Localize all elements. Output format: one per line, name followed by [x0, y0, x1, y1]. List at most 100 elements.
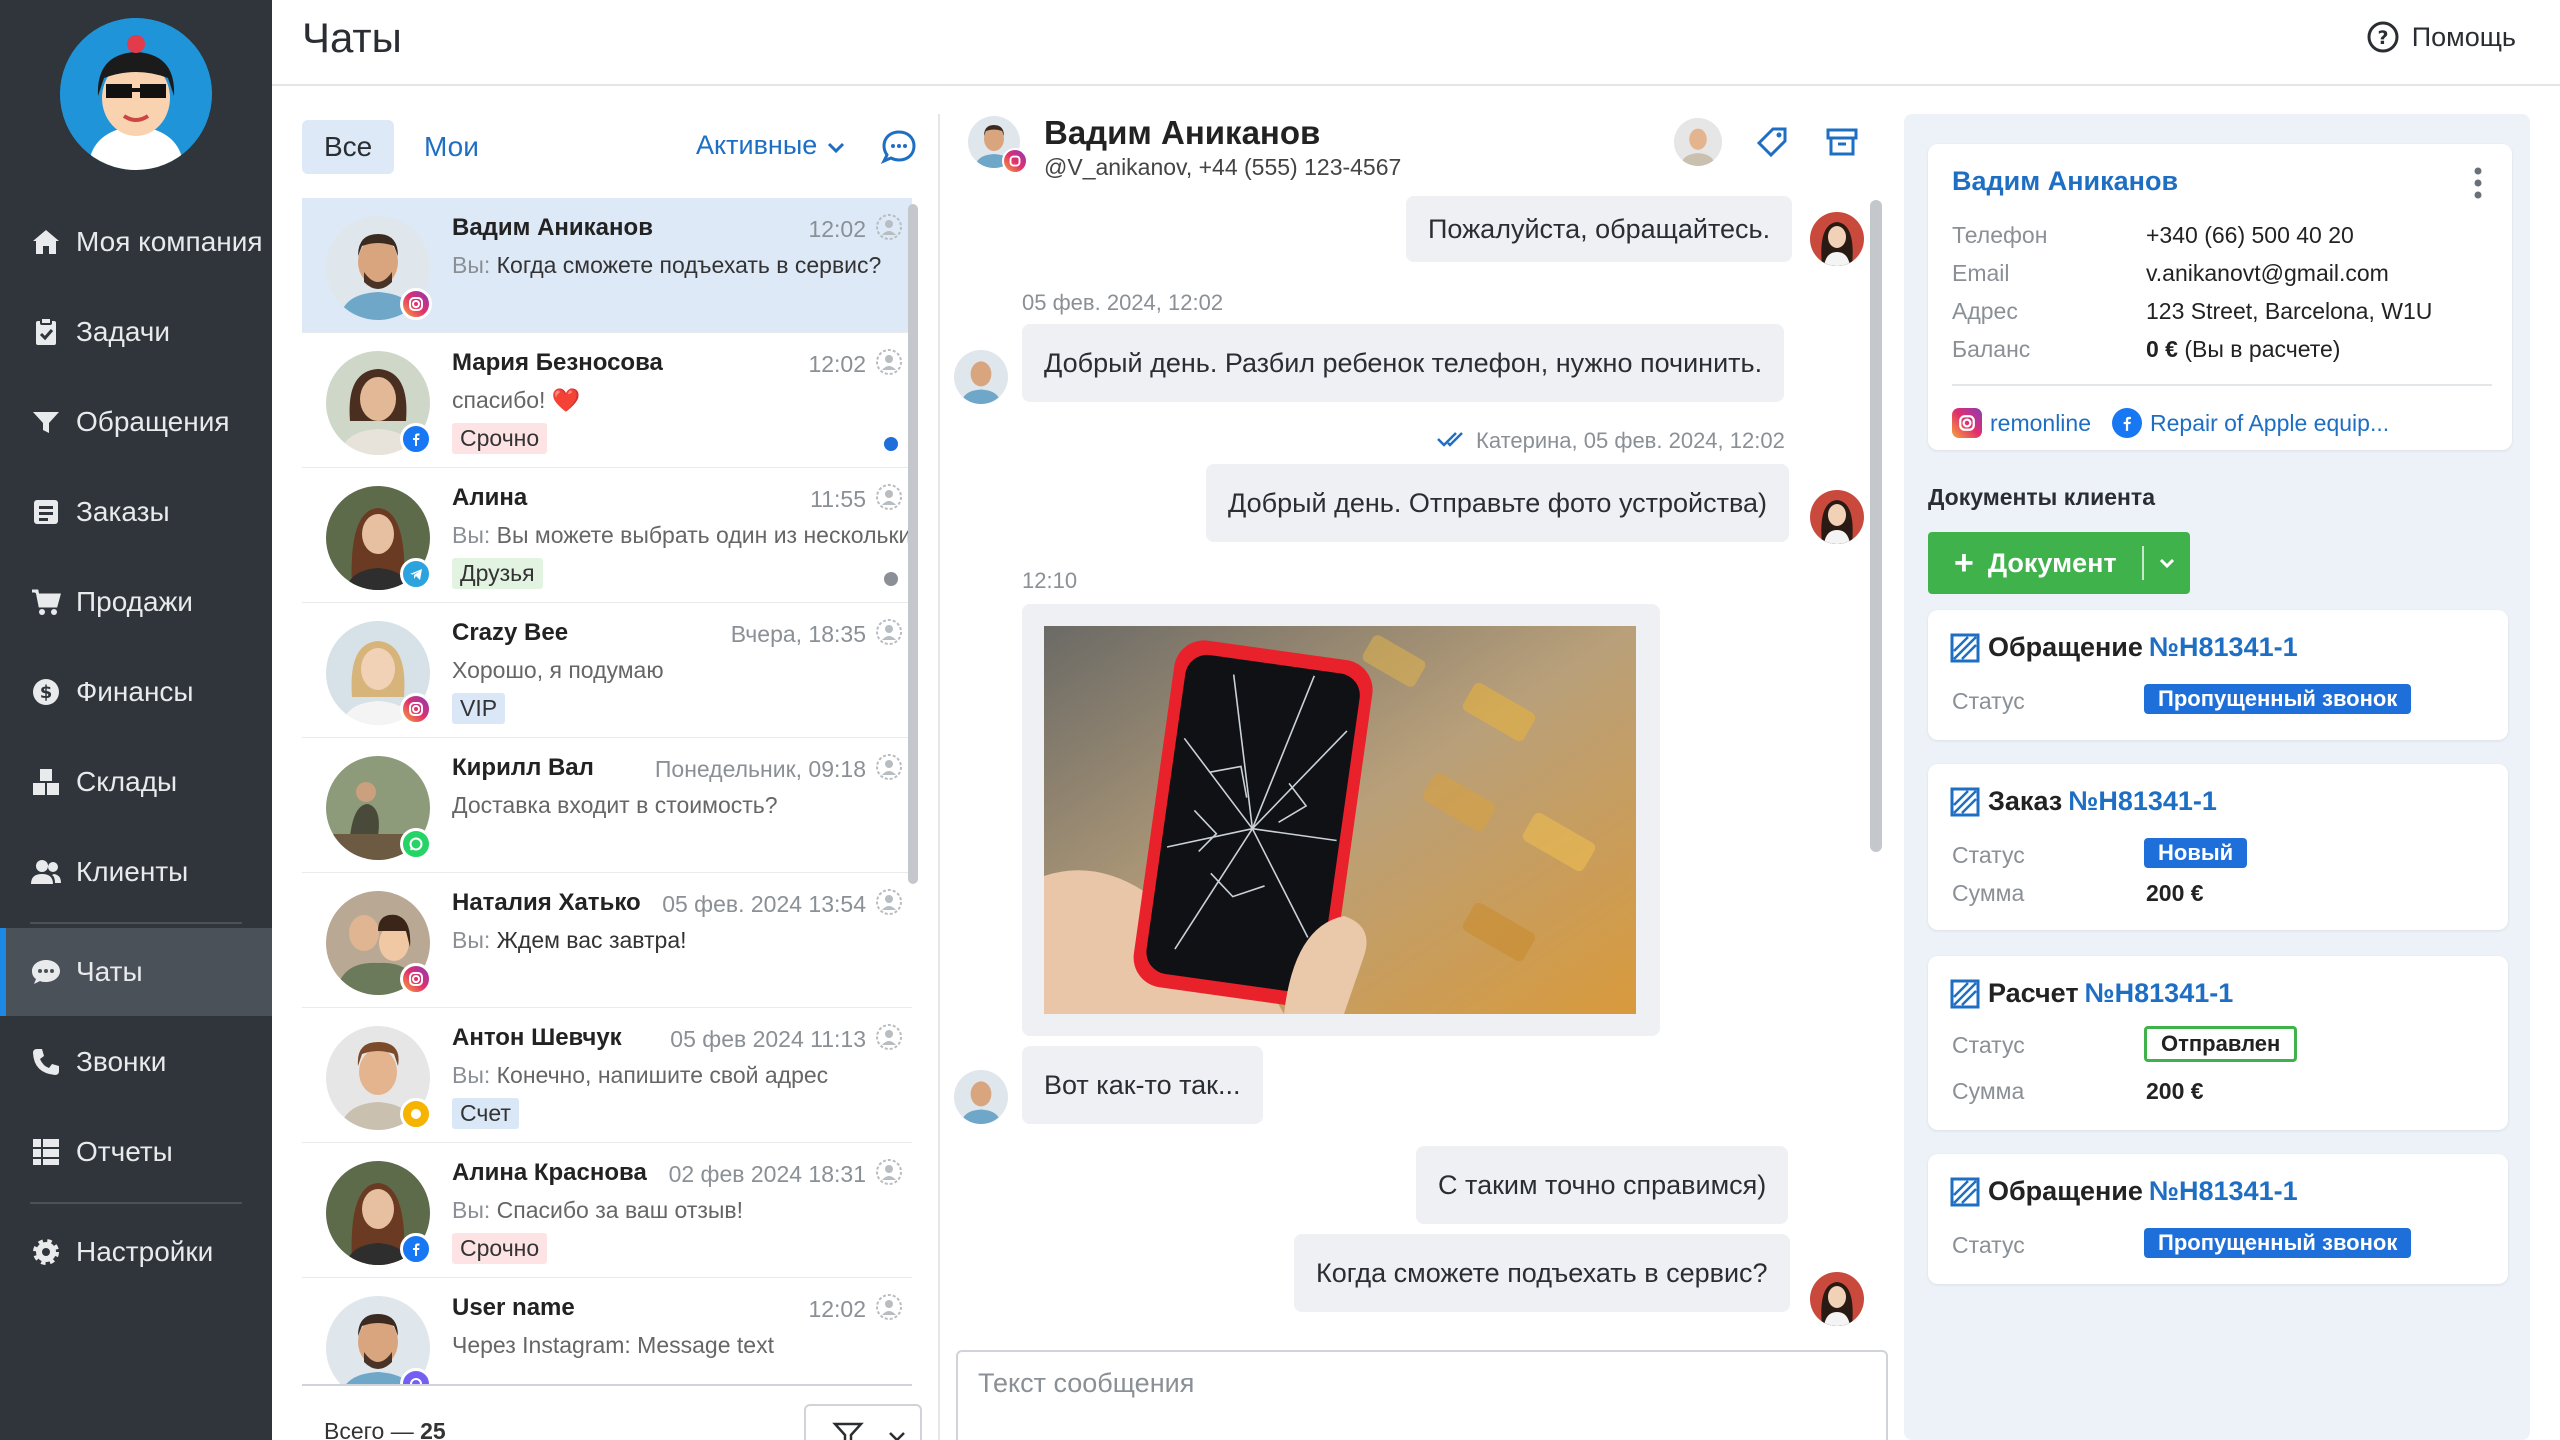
- document-number[interactable]: №H81341-1: [2149, 632, 2298, 663]
- chat-item[interactable]: User name 12:02 Через Instagram: Message…: [302, 1278, 912, 1384]
- help-button[interactable]: ? Помощь: [2366, 20, 2516, 54]
- chat-time: 12:02: [808, 216, 866, 242]
- chat-item[interactable]: Мария Безносова 12:02 спасибо! ❤️ Срочно: [302, 333, 912, 468]
- help-icon: ?: [2366, 20, 2400, 54]
- chat-name: Наталия Хатько: [452, 889, 641, 916]
- phone-value[interactable]: +340 (66) 500 40 20: [2146, 222, 2354, 249]
- chat-list: Вадим Аниканов 12:02 Вы: Когда сможете п…: [302, 198, 912, 1384]
- chat-preview-text: Доставка входит в стоимость?: [452, 792, 778, 818]
- double-check-icon: [1436, 428, 1468, 454]
- chevron-down-icon[interactable]: [2152, 546, 2182, 580]
- instagram-icon: [400, 288, 432, 320]
- assign-user-icon[interactable]: [874, 1157, 904, 1187]
- status-badge: Новый: [2144, 838, 2248, 868]
- assign-user-icon[interactable]: [874, 1292, 904, 1322]
- help-label: Помощь: [2411, 21, 2516, 52]
- home-icon: [28, 224, 64, 260]
- tag-icon[interactable]: [1748, 118, 1796, 166]
- message-bubble-incoming: Вот как-то так...: [1022, 1046, 1263, 1124]
- instagram-link[interactable]: remonline: [1952, 408, 2091, 438]
- nav-item-chats[interactable]: Чаты: [0, 928, 272, 1016]
- balance-label: Баланс: [1952, 336, 2031, 362]
- filter-button[interactable]: [804, 1404, 922, 1440]
- chat-preview-text: Вы можете выбрать один из нескольких: [490, 522, 912, 548]
- facebook-icon: [2112, 408, 2142, 438]
- nav-item-orders[interactable]: Заказы: [0, 468, 272, 556]
- document-number[interactable]: №H81341-1: [2149, 1176, 2298, 1207]
- document-card[interactable]: Обращение №H81341-1 Статус Пропущенный з…: [1928, 610, 2508, 740]
- status-badge: Пропущенный звонок: [2144, 1228, 2412, 1258]
- assign-user-icon[interactable]: [874, 752, 904, 782]
- nav-label: Задачи: [76, 316, 171, 347]
- user-avatar[interactable]: [60, 18, 212, 170]
- document-title: Обращение №H81341-1: [1950, 1176, 2298, 1207]
- nav-label: Склады: [76, 766, 178, 797]
- document-number[interactable]: №H81341-1: [2085, 978, 2234, 1009]
- assign-user-icon[interactable]: [874, 617, 904, 647]
- funnel-icon: [28, 404, 64, 440]
- nav-item-tasks[interactable]: Задачи: [0, 288, 272, 376]
- document-title: Расчет №H81341-1: [1950, 978, 2233, 1009]
- chat-item[interactable]: Алина Краснова 02 фев 2024 18:31 Вы: Спа…: [302, 1143, 912, 1278]
- assign-user-icon[interactable]: [874, 482, 904, 512]
- assignee-avatar[interactable]: [1674, 118, 1722, 166]
- status-filter-dropdown[interactable]: Активные: [696, 130, 845, 161]
- nav-item-calls[interactable]: Звонки: [0, 1018, 272, 1106]
- nav-item-sales[interactable]: Продажи: [0, 558, 272, 646]
- email-value[interactable]: v.anikanovt@gmail.com: [2146, 260, 2389, 287]
- archive-icon[interactable]: [1818, 118, 1866, 166]
- client-name[interactable]: Вадим Аниканов: [1952, 166, 2178, 197]
- broken-phone-image[interactable]: [1044, 626, 1636, 1014]
- nav-item-settings[interactable]: Настройки: [0, 1208, 272, 1296]
- chat-item[interactable]: Вадим Аниканов 12:02 Вы: Когда сможете п…: [302, 198, 912, 333]
- assign-user-icon[interactable]: [874, 347, 904, 377]
- svg-text:?: ?: [2377, 27, 2388, 49]
- total-value: 25: [420, 1418, 446, 1440]
- tab-mine[interactable]: Мои: [402, 120, 501, 174]
- topbar: Чаты ? Помощь: [272, 0, 2560, 86]
- more-options-icon[interactable]: [2474, 166, 2482, 200]
- nav-label: Моя компания: [76, 226, 263, 257]
- chat-preview-text: Спасибо за ваш отзыв!: [490, 1197, 744, 1223]
- document-icon: [1950, 787, 1980, 817]
- nav-item-warehouses[interactable]: Склады: [0, 738, 272, 826]
- chat-item[interactable]: Алина 11:55 Вы: Вы можете выбрать один и…: [302, 468, 912, 603]
- tab-all[interactable]: Все: [302, 120, 395, 174]
- new-chat-icon[interactable]: [880, 128, 918, 166]
- chat-preview-prefix: Вы:: [452, 522, 491, 548]
- telegram-icon: [400, 558, 432, 590]
- message-scrollbar[interactable]: [1870, 200, 1882, 852]
- total-count: Всего — 25: [324, 1418, 446, 1440]
- chat-item[interactable]: Антон Шевчук 05 фев 2024 11:13 Вы: Конеч…: [302, 1008, 912, 1143]
- status-badge: Пропущенный звонок: [2144, 684, 2412, 714]
- chat-preview: Вы: Спасибо за ваш отзыв!: [452, 1197, 912, 1224]
- assign-user-icon[interactable]: [874, 212, 904, 242]
- nav-item-company[interactable]: Моя компания: [0, 198, 272, 286]
- chat-preview-text: Когда сможете подъехать в сервис?: [490, 252, 882, 278]
- chat-time: 02 фев 2024 18:31: [668, 1161, 866, 1187]
- add-document-button[interactable]: + Документ: [1928, 532, 2190, 594]
- chat-item[interactable]: Кирилл Вал Понедельник, 09:18 Доставка в…: [302, 738, 912, 873]
- nav-item-clients[interactable]: Клиенты: [0, 828, 272, 916]
- chat-list-scrollbar[interactable]: [908, 204, 918, 884]
- document-card[interactable]: Заказ №H81341-1 Статус Новый Сумма 200 €: [1928, 764, 2508, 930]
- facebook-link[interactable]: Repair of Apple equip...: [2112, 408, 2389, 438]
- assign-user-icon[interactable]: [874, 887, 904, 917]
- phone-icon: [28, 1044, 64, 1080]
- button-divider: [2142, 546, 2144, 580]
- assign-user-icon[interactable]: [874, 1022, 904, 1052]
- message-composer[interactable]: Текст сообщения: [956, 1350, 1888, 1440]
- nav-item-requests[interactable]: Обращения: [0, 378, 272, 466]
- nav-item-reports[interactable]: Отчеты: [0, 1108, 272, 1196]
- email-label: Email: [1952, 260, 2010, 286]
- chat-tag: Срочно: [452, 1233, 548, 1264]
- nav-item-finance[interactable]: $ Финансы: [0, 648, 272, 736]
- document-card[interactable]: Обращение №H81341-1 Статус Пропущенный з…: [1928, 1154, 2508, 1284]
- document-number[interactable]: №H81341-1: [2068, 786, 2217, 817]
- chat-item[interactable]: Crazy Bee Вчера, 18:35 Хорошо, я подумаю…: [302, 603, 912, 738]
- chat-item[interactable]: Наталия Хатько 05 фев. 2024 13:54 Вы: Жд…: [302, 873, 912, 1008]
- message-bubble-outgoing: Пожалуйста, обращайтесь.: [1406, 196, 1793, 262]
- sum-label: Сумма: [1952, 1078, 2025, 1104]
- document-card[interactable]: Расчет №H81341-1 Статус Отправлен Сумма …: [1928, 956, 2508, 1130]
- balance-value: 0 € (Вы в расчете): [2146, 336, 2340, 363]
